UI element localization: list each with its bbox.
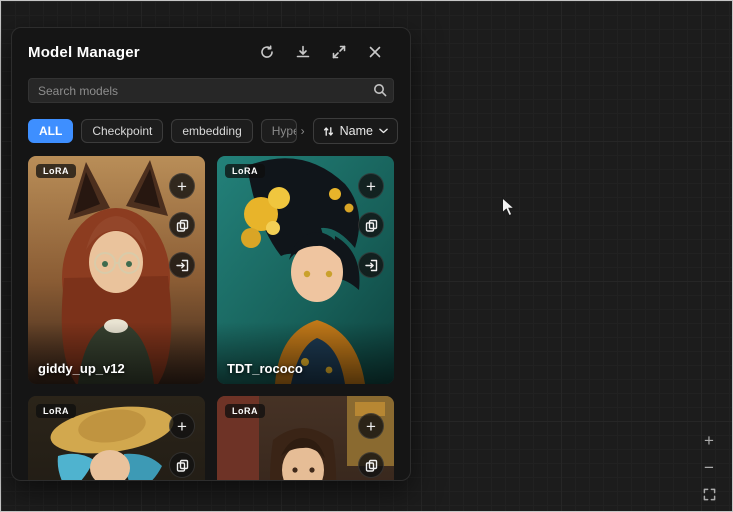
model-card[interactable]: LoRA + TDT_rococo [217, 156, 394, 384]
filter-chip-all[interactable]: ALL [28, 119, 73, 143]
load-workflow-button[interactable] [169, 252, 195, 278]
model-card[interactable]: LoRA + giddy_up_v12 [28, 156, 205, 384]
chip-overflow-chevron-icon[interactable]: › [301, 124, 305, 138]
model-manager-panel: Model Manager [11, 27, 411, 481]
model-name: TDT_rococo [227, 361, 303, 376]
add-model-button[interactable]: + [169, 173, 195, 199]
search-bar [28, 78, 394, 103]
filter-chip-checkpoint[interactable]: Checkpoint [81, 119, 163, 143]
model-type-badge: LoRA [225, 164, 265, 178]
load-workflow-button[interactable] [358, 252, 384, 278]
chevron-down-icon [379, 128, 388, 134]
zoom-out-button[interactable]: − [699, 457, 719, 477]
model-type-badge: LoRA [36, 404, 76, 418]
filter-bar: ALL Checkpoint embedding Hype › Name [28, 118, 398, 144]
zoom-in-button[interactable]: + [699, 430, 719, 450]
model-type-badge: LoRA [36, 164, 76, 178]
model-card[interactable]: LoRA + [217, 396, 394, 481]
panel-header: Model Manager [28, 40, 394, 64]
copy-model-button[interactable] [169, 452, 195, 478]
close-icon[interactable] [367, 45, 382, 60]
canvas-zoom-toolbar: + − [699, 430, 719, 504]
add-model-button[interactable]: + [358, 173, 384, 199]
add-model-button[interactable]: + [358, 413, 384, 439]
copy-model-button[interactable] [358, 212, 384, 238]
model-type-badge: LoRA [225, 404, 265, 418]
app-canvas[interactable]: Model Manager [0, 0, 733, 512]
copy-model-button[interactable] [169, 212, 195, 238]
sort-arrows-icon [323, 126, 334, 137]
filter-chip-embedding[interactable]: embedding [171, 119, 252, 143]
model-name: giddy_up_v12 [38, 361, 125, 376]
panel-title: Model Manager [28, 44, 140, 61]
model-grid: LoRA + giddy_up_v12 [28, 156, 394, 481]
mouse-cursor [501, 197, 515, 217]
copy-model-button[interactable] [358, 452, 384, 478]
download-icon[interactable] [295, 45, 310, 60]
fit-view-icon [703, 488, 716, 501]
search-icon [373, 83, 387, 97]
search-input[interactable] [28, 78, 394, 103]
refresh-icon[interactable] [259, 45, 274, 60]
panel-header-actions [259, 45, 382, 60]
add-model-button[interactable]: + [169, 413, 195, 439]
filter-chip-hypernetwork[interactable]: Hype [261, 119, 297, 143]
fit-view-button[interactable] [699, 484, 719, 504]
model-card[interactable]: LoRA + [28, 396, 205, 481]
sort-label: Name [340, 124, 373, 138]
sort-dropdown[interactable]: Name [313, 118, 398, 144]
maximize-icon[interactable] [331, 45, 346, 60]
